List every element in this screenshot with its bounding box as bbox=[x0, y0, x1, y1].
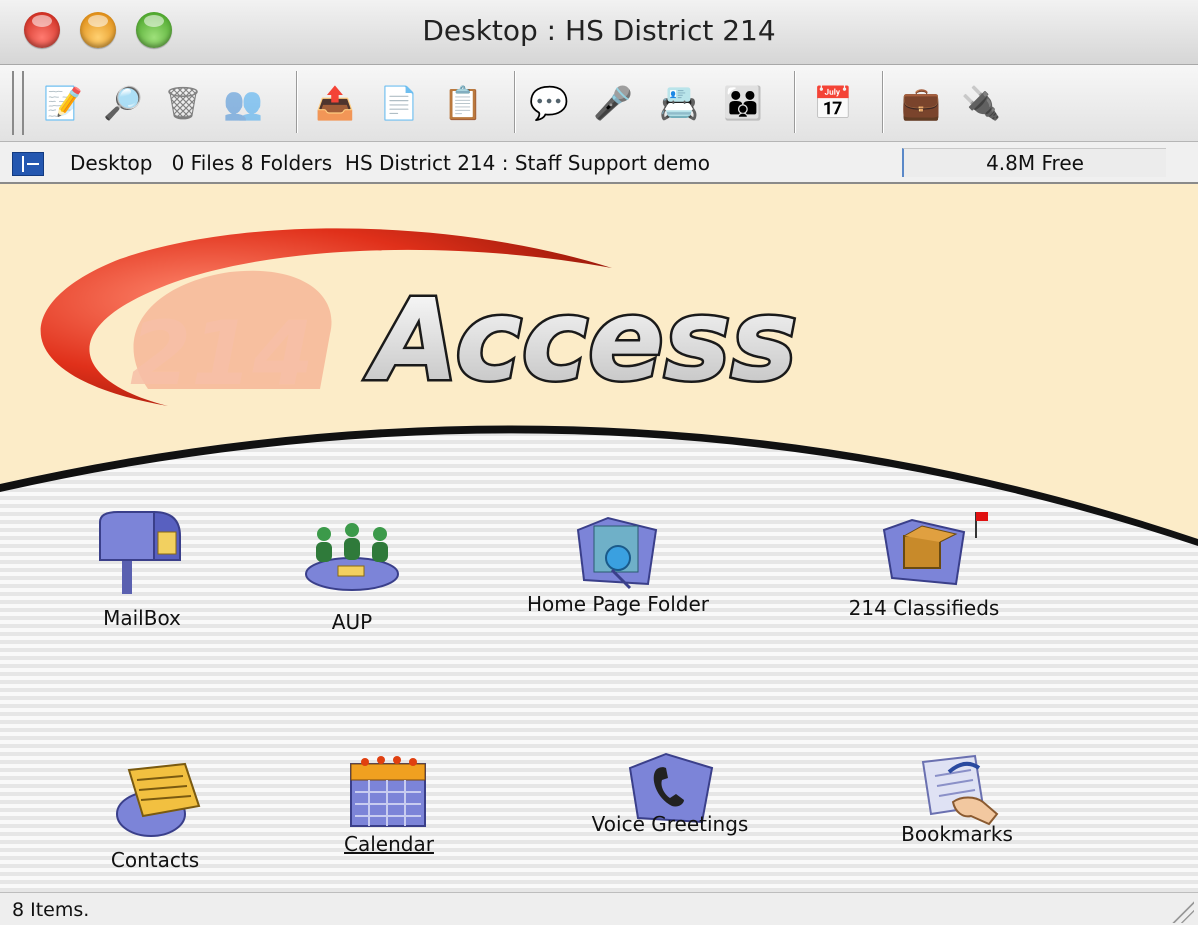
groups-icon: 👪 bbox=[723, 84, 763, 122]
file-count: 0 Files bbox=[171, 151, 235, 175]
desktop-content: 214 Access MailBox AUP Home Page Folder … bbox=[0, 184, 1198, 892]
toolbar-separator bbox=[514, 71, 516, 133]
item-label: Home Page Folder bbox=[526, 592, 710, 616]
upload-document-icon: 📤 bbox=[315, 84, 355, 122]
calendar-icon: 📅 bbox=[813, 84, 853, 122]
banner: 214 Access bbox=[0, 184, 1198, 546]
path-bar: Desktop 0 Files 8 Folders HS District 21… bbox=[0, 142, 1198, 184]
conference-table-icon bbox=[305, 523, 399, 591]
toolbar-separator bbox=[882, 71, 884, 133]
account-name: Staff Support demo bbox=[514, 151, 710, 175]
package-folder-icon bbox=[882, 512, 988, 586]
bookmark-hand-icon bbox=[921, 754, 999, 826]
trash-button[interactable]: 🗑 bbox=[160, 80, 206, 126]
server-name: HS District 214 bbox=[344, 151, 496, 175]
resize-handle[interactable] bbox=[1170, 899, 1194, 923]
people-query-icon: 👥 bbox=[223, 84, 263, 122]
free-space-label: 4.8M Free bbox=[986, 151, 1084, 175]
calendar-icon bbox=[350, 756, 426, 827]
trash-icon: 🗑 bbox=[162, 84, 204, 122]
briefcase-icon: 💼 bbox=[901, 84, 941, 122]
free-space: 4.8M Free bbox=[902, 148, 1166, 177]
who-is-online-button[interactable]: 👥 bbox=[220, 80, 266, 126]
podium-icon: 🎤 bbox=[593, 84, 633, 122]
send-file-button[interactable]: 📄 bbox=[376, 80, 422, 126]
item-label: Calendar bbox=[344, 832, 434, 856]
status-bar: 8 Items. bbox=[0, 892, 1198, 925]
info-document-icon: 📋 bbox=[443, 84, 483, 122]
upload-button[interactable]: 📤 bbox=[312, 80, 358, 126]
item-label: Bookmarks bbox=[901, 822, 1013, 846]
folder-count: 8 Folders bbox=[240, 151, 333, 175]
user-list-button[interactable]: 📇 bbox=[656, 80, 702, 126]
path-info: Desktop 0 Files 8 Folders HS District 21… bbox=[70, 151, 710, 175]
compose-icon: 📝 bbox=[43, 84, 83, 122]
logo-word: Access bbox=[364, 276, 797, 406]
new-message-button[interactable]: 📝 bbox=[40, 80, 86, 126]
magnifier-icon: 🔎 bbox=[103, 84, 143, 122]
item-label: AUP bbox=[331, 610, 373, 634]
flag-icon bbox=[976, 512, 988, 521]
toolbar-separator bbox=[794, 71, 796, 133]
toolbar-grip[interactable] bbox=[12, 71, 24, 135]
title-bar[interactable]: Desktop : HS District 214 bbox=[0, 0, 1198, 65]
disconnect-button[interactable]: 🔌 bbox=[958, 80, 1004, 126]
toolbar-separator bbox=[296, 71, 298, 133]
item-label: 214 Classifieds bbox=[848, 596, 1000, 620]
path-separator: : bbox=[501, 151, 509, 175]
rolodex-icon bbox=[116, 762, 201, 837]
web-folder-icon bbox=[576, 516, 658, 590]
disconnect-icon: 🔌 bbox=[961, 84, 1001, 122]
briefcase-button[interactable]: 💼 bbox=[898, 80, 944, 126]
find-button[interactable]: 🔎 bbox=[100, 80, 146, 126]
toolbar: 📝 🔎 🗑 👥 📤 📄 📋 💬 🎤 📇 👪 📅 💼 🔌 bbox=[0, 65, 1198, 142]
chat-button[interactable]: 💬 bbox=[526, 80, 572, 126]
properties-button[interactable]: 📋 bbox=[440, 80, 486, 126]
directory-icon: 📇 bbox=[659, 84, 699, 122]
path-location[interactable]: Desktop bbox=[70, 151, 152, 175]
calendar-toolbar-button[interactable]: 📅 bbox=[810, 80, 856, 126]
send-document-icon: 📄 bbox=[379, 84, 419, 122]
item-label: Voice Greetings bbox=[591, 812, 749, 836]
chat-icon: 💬 bbox=[529, 84, 569, 122]
item-label: Contacts bbox=[110, 848, 200, 872]
item-count: 8 Items. bbox=[12, 899, 90, 921]
window-view-icon[interactable] bbox=[12, 152, 44, 176]
mailbox-icon bbox=[99, 510, 181, 594]
groups-button[interactable]: 👪 bbox=[720, 80, 766, 126]
logo-number: 214 bbox=[130, 302, 314, 405]
conference-button[interactable]: 🎤 bbox=[590, 80, 636, 126]
item-label: MailBox bbox=[103, 606, 181, 630]
window-title: Desktop : HS District 214 bbox=[422, 14, 776, 47]
